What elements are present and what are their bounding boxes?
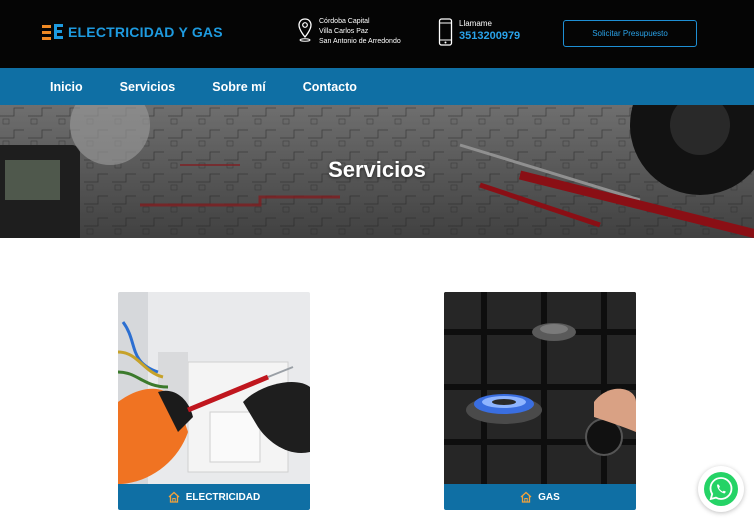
phone-number[interactable]: 3513200979 [459,29,520,43]
service-card-gas[interactable]: GAS [444,292,636,510]
hero-banner: Servicios [0,105,754,238]
location-info: Córdoba Capital Villa Carlos Paz San Ant… [297,17,401,47]
service-card-electricidad[interactable]: ELECTRICIDAD [118,292,310,510]
page-title: Servicios [328,157,426,182]
request-quote-button[interactable]: Solicitar Presupuesto [563,20,697,47]
whatsapp-icon [704,472,738,506]
top-header: ELECTRICIDAD Y GAS Córdoba Capital Villa… [0,0,754,68]
nav-item-inicio[interactable]: Inicio [50,80,83,94]
map-pin-icon [298,18,312,42]
electrician-photo [118,292,310,484]
service-label: GAS [538,491,560,503]
whatsapp-button[interactable] [698,466,744,512]
logo-icon [42,24,63,40]
main-nav: Inicio Servicios Sobre mí Contacto [0,68,754,105]
location-line: San Antonio de Arredondo [319,38,401,45]
nav-item-contacto[interactable]: Contacto [303,80,357,94]
service-label-bar[interactable]: ELECTRICIDAD [118,484,310,510]
phone-info: Llamame 3513200979 [438,18,520,46]
nav-item-sobre-mi[interactable]: Sobre mí [212,80,266,94]
gas-stove-photo [444,292,636,484]
location-line: Villa Carlos Paz [319,28,369,35]
home-icon [520,491,532,503]
service-label: ELECTRICIDAD [185,491,261,503]
location-line: Córdoba Capital [319,18,370,25]
home-icon [168,491,180,503]
logo-text: ELECTRICIDAD Y GAS [68,24,223,40]
call-label: Llamame [459,19,492,28]
mobile-phone-icon [438,18,453,46]
service-label-bar[interactable]: GAS [444,484,636,510]
logo[interactable]: ELECTRICIDAD Y GAS [42,22,223,42]
nav-item-servicios[interactable]: Servicios [120,80,176,94]
